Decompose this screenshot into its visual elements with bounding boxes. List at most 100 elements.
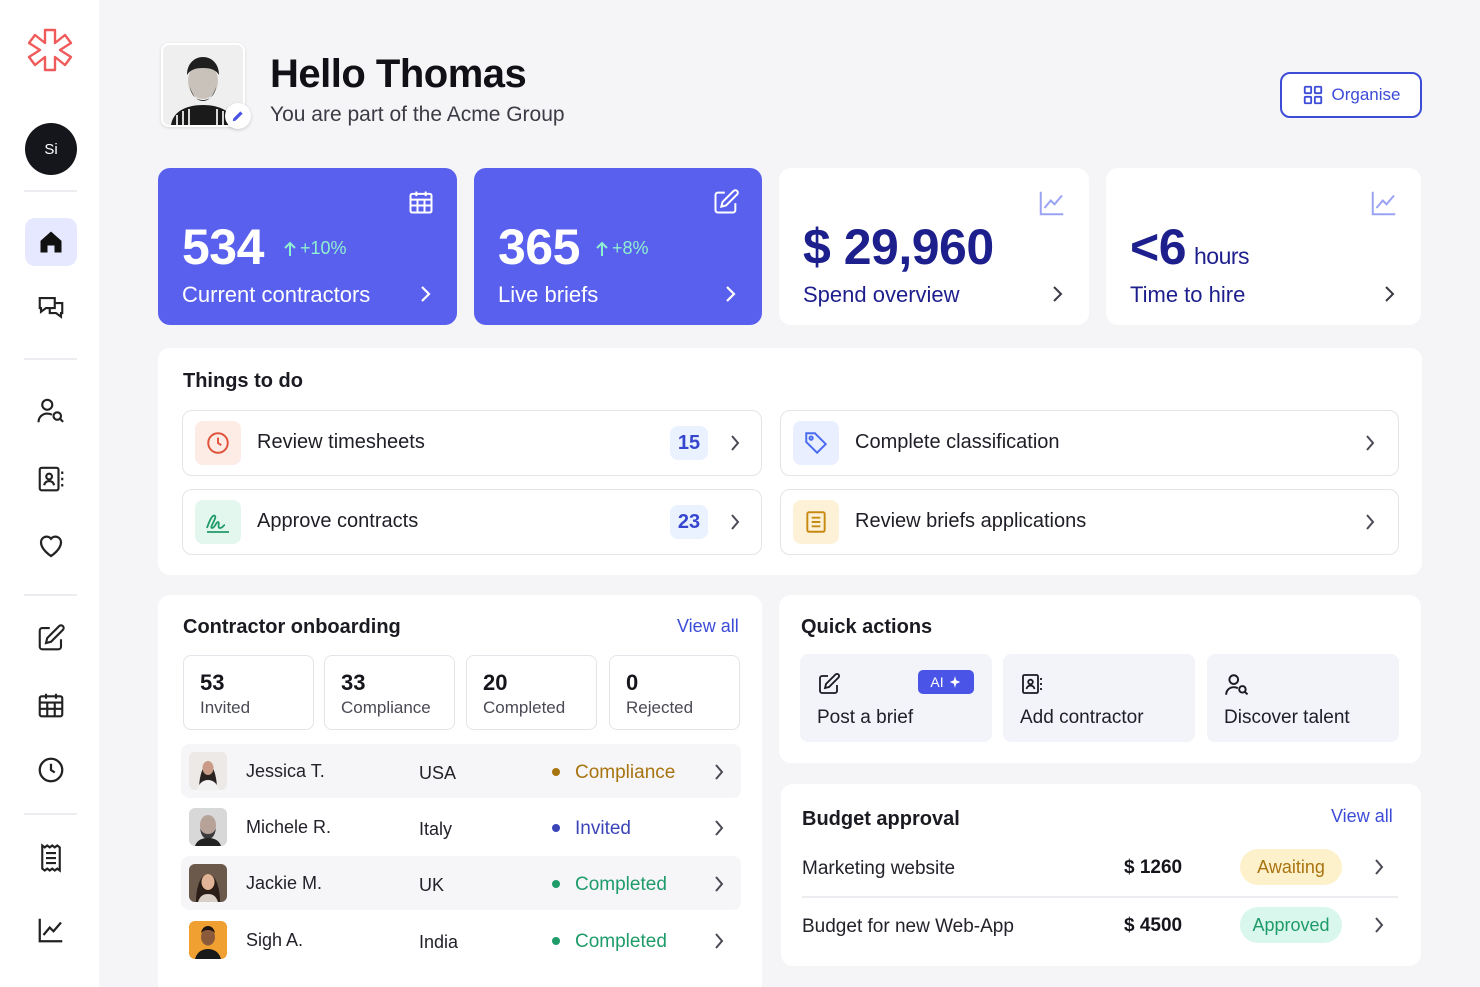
avatar[interactable]: Si [25, 123, 77, 175]
chevron-right-icon [1365, 513, 1375, 531]
pencil-icon [232, 111, 243, 122]
avatar [189, 921, 227, 959]
post-brief-button[interactable]: AI Post a brief [800, 654, 992, 742]
stat-spend-overview[interactable]: $ 29,960 Spend overview [779, 168, 1089, 325]
contractor-status: Completed [575, 931, 667, 952]
summary-count: 53 [200, 670, 225, 695]
discover-talent-button[interactable]: Discover talent [1207, 654, 1399, 742]
brand-logo-icon[interactable] [24, 26, 76, 78]
tag-icon [793, 421, 839, 465]
todo-label: Approve contracts [257, 510, 419, 532]
table-row[interactable]: Michele R. Italy Invited [181, 800, 741, 854]
todo-review-timesheets[interactable]: Review timesheets 15 [182, 410, 762, 476]
organise-label: Organise [1331, 85, 1401, 104]
status-badge: Awaiting [1240, 849, 1342, 885]
contractor-country: Italy [419, 819, 453, 839]
sidebar-item-contacts[interactable] [25, 455, 77, 503]
contractor-status: Compliance [575, 762, 676, 783]
chevron-right-icon [1374, 916, 1384, 934]
budget-amount: $ 1260 [1124, 857, 1183, 878]
stat-current-contractors[interactable]: 534 +10% Current contractors [158, 168, 457, 325]
onboarding-summary-rejected[interactable]: 0 Rejected [609, 655, 740, 730]
summary-count: 20 [483, 670, 508, 695]
table-row[interactable]: Jackie M. UK Completed [181, 856, 741, 910]
onboarding-summary-compliance[interactable]: 33 Compliance [324, 655, 455, 730]
summary-count: 33 [341, 670, 366, 695]
edit-icon [712, 188, 740, 216]
todo-label: Complete classification [855, 431, 1060, 453]
chevron-right-icon [714, 819, 724, 837]
todo-label: Review timesheets [257, 431, 425, 453]
contractor-name: Michele R. [246, 817, 332, 837]
stat-live-briefs[interactable]: 365 +8% Live briefs [474, 168, 762, 325]
todo-review-briefs-applications[interactable]: Review briefs applications [780, 489, 1399, 555]
onboarding-summary-completed[interactable]: 20 Completed [466, 655, 597, 730]
arrow-up-icon [596, 241, 608, 256]
budget-amount: $ 4500 [1124, 915, 1183, 936]
sidebar-item-home[interactable] [25, 218, 77, 266]
summary-label: Rejected [626, 698, 694, 717]
ai-badge: AI [918, 670, 974, 694]
ai-badge-label: AI [930, 674, 944, 690]
contractor-status: Completed [575, 874, 667, 895]
stat-value-unit: hours [1194, 243, 1250, 269]
contractor-name: Sigh A. [246, 930, 304, 950]
contractor-name: Jessica T. [246, 761, 325, 781]
page-title: Hello Thomas [270, 52, 527, 96]
budget-row[interactable]: Budget for new Web-App $ 4500 Approved [802, 898, 1398, 954]
table-row[interactable]: Jessica T. USA Compliance [181, 744, 741, 798]
todo-approve-contracts[interactable]: Approve contracts 23 [182, 489, 762, 555]
summary-label: Completed [483, 698, 566, 717]
stat-value-number: <6 [1130, 219, 1187, 275]
edit-icon [817, 672, 841, 696]
chevron-right-icon [419, 284, 431, 304]
onboarding-title: Contractor onboarding [183, 616, 401, 638]
user-search-icon [1224, 672, 1250, 698]
stat-value: 534 [182, 219, 264, 275]
todo-complete-classification[interactable]: Complete classification [780, 410, 1399, 476]
sidebar: Si [0, 0, 99, 987]
stat-value: <6 hours [1130, 218, 1250, 276]
sidebar-item-talent[interactable] [25, 387, 77, 435]
quick-action-label: Post a brief [817, 707, 914, 728]
budget-row[interactable]: Marketing website $ 1260 Awaiting [802, 840, 1398, 896]
sidebar-item-briefs[interactable] [25, 614, 77, 662]
add-contractor-button[interactable]: Add contractor [1003, 654, 1195, 742]
sidebar-divider [24, 594, 77, 596]
sidebar-item-analytics[interactable] [25, 906, 77, 954]
clock-icon [195, 421, 241, 465]
chart-icon [1369, 188, 1399, 218]
edit-profile-button[interactable] [225, 103, 251, 129]
table-row[interactable]: Sigh A. India Completed [181, 913, 741, 967]
budget-view-all-link[interactable]: View all [1331, 806, 1393, 827]
stat-time-to-hire[interactable]: <6 hours Time to hire [1106, 168, 1421, 325]
onboarding-view-all-link[interactable]: View all [677, 616, 739, 637]
chevron-right-icon [714, 932, 724, 950]
onboarding-summary-invited[interactable]: 53 Invited [183, 655, 314, 730]
stat-label: Current contractors [182, 282, 371, 307]
organise-button[interactable]: Organise [1280, 72, 1422, 118]
contact-card-icon [38, 466, 64, 492]
list-icon [793, 500, 839, 544]
stat-trend: +8% [595, 238, 649, 259]
stat-label: Time to hire [1130, 282, 1246, 307]
sidebar-item-calendar[interactable] [25, 681, 77, 729]
summary-label: Compliance [341, 698, 431, 717]
chevron-right-icon [1374, 858, 1384, 876]
sidebar-item-timesheets[interactable] [25, 746, 77, 794]
chevron-right-icon [730, 513, 740, 531]
chevron-right-icon [1383, 284, 1395, 304]
stat-label: Live briefs [498, 282, 599, 307]
grid-icon [1303, 85, 1322, 105]
calendar-icon [38, 693, 64, 718]
sidebar-item-messages[interactable] [25, 284, 77, 332]
sidebar-item-invoices[interactable] [25, 834, 77, 882]
sidebar-item-favorites[interactable] [25, 522, 77, 570]
clock-icon [38, 757, 64, 783]
status-dot [552, 768, 560, 776]
chevron-right-icon [714, 875, 724, 893]
contractor-country: India [419, 932, 459, 952]
status-dot [552, 937, 560, 945]
calendar-icon [407, 188, 435, 216]
avatar [189, 808, 227, 846]
